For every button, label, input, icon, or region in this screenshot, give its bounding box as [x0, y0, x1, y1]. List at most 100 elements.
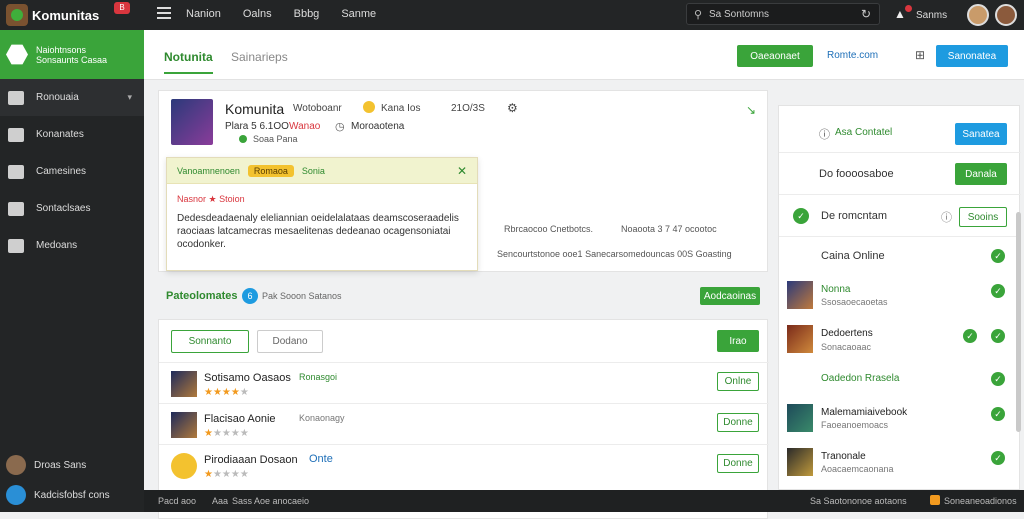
- game-desc: Sencourtstonoe ooe1 Sanecarsomedouncas 0…: [497, 249, 732, 259]
- button-label: Sonnanto: [188, 336, 232, 347]
- popup-head-tail: Sonia: [301, 165, 325, 176]
- button-label: Donne: [723, 417, 753, 428]
- bell-icon[interactable]: ▲: [894, 5, 912, 23]
- member-name[interactable]: Tranonale: [821, 451, 866, 462]
- member-name[interactable]: Malemamiaivebook: [821, 407, 907, 418]
- member-name[interactable]: Nonna: [821, 284, 850, 295]
- header-primary-button[interactable]: Oaeaonaet: [737, 45, 813, 67]
- chevron-down-icon: ▾: [127, 92, 132, 102]
- right-panel: ⓘ Asa Contatel Sanatea Do foooosaboe Dan…: [778, 105, 1021, 490]
- status-right2[interactable]: Soneaneoadionos: [944, 496, 1017, 506]
- button-label: Onlne: [724, 376, 752, 387]
- button-label: Dodano: [272, 336, 308, 347]
- section-count: 6: [242, 288, 258, 304]
- search-input[interactable]: ⚲ Sa Sontomns ↻: [686, 3, 880, 25]
- member-avatar[interactable]: [787, 404, 813, 432]
- rating-stars: ★★★★★: [204, 387, 249, 398]
- check-icon: ✓: [963, 329, 977, 343]
- sidebar-item-home[interactable]: Ronouaia ▾: [0, 79, 144, 116]
- search-icon: ⚲: [694, 9, 703, 21]
- status-dot: [239, 135, 247, 143]
- right-row-button[interactable]: Sooins: [959, 207, 1007, 227]
- button-label: Donne: [723, 458, 753, 469]
- list-item-action[interactable]: Donne: [717, 413, 759, 432]
- sidebar-item-lists[interactable]: Sontaclsaes: [0, 190, 144, 227]
- sidebar-footer-item[interactable]: Kadcisfobsf cons: [6, 485, 110, 505]
- list-item[interactable]: Sotisamo Oasaos Ronasgoi ★★★★★ Onlne: [159, 362, 769, 403]
- game-stats: Plara 5 6.1OO: [225, 121, 289, 132]
- list-item-title: Sotisamo Oasaos: [204, 372, 291, 384]
- section-button[interactable]: Aodcaoinas: [700, 287, 760, 305]
- top-nav: Nanion Oalns Bbbg Sanme: [186, 8, 376, 20]
- tab-series[interactable]: Sainarieps: [231, 50, 288, 64]
- sidebar-hero-line2: Sonsaunts Casaa: [36, 54, 108, 65]
- list-item[interactable]: Pirodiaaan Dosaon Onte ★★★★★ Donne: [159, 444, 769, 485]
- sidebar-hero-line1: Naiohtnsons: [36, 44, 87, 55]
- sidebar-item-checks[interactable]: Medoans: [0, 227, 144, 264]
- popup-body: Dedesdeadaenaly eleliannian oeidelalataa…: [177, 213, 459, 250]
- game-status: Soaa Pana: [253, 134, 298, 144]
- add-button[interactable]: Irao: [717, 330, 759, 352]
- right-row-button[interactable]: Danala: [955, 163, 1007, 185]
- top-nav-item[interactable]: Nanion: [186, 8, 221, 20]
- game-thumbnail[interactable]: [171, 99, 213, 145]
- status-mid[interactable]: Aaa: [212, 496, 228, 506]
- refresh-icon[interactable]: ↻: [861, 7, 871, 21]
- top-nav-item[interactable]: Bbbg: [294, 8, 320, 20]
- sidebar-footer-item[interactable]: Droas Sans: [6, 455, 86, 475]
- status-bar: Pacd aoo Aaa Sass Aoe anocaeio Sa Saoton…: [144, 490, 1024, 512]
- section-subtitle: Pak Sooon Satanos: [262, 291, 342, 301]
- list-item-action[interactable]: Onlne: [717, 372, 759, 391]
- header-blue-button[interactable]: Sanonatea: [936, 45, 1008, 67]
- list-icon: [8, 201, 24, 216]
- scrollbar[interactable]: [1016, 212, 1021, 432]
- sidebar-item-games[interactable]: Camesines: [0, 153, 144, 190]
- list-item-action[interactable]: Donne: [717, 454, 759, 473]
- check-icon: ✓: [991, 249, 1005, 263]
- status-left[interactable]: Pacd aoo: [158, 496, 196, 506]
- share-icon[interactable]: ⊞: [915, 48, 925, 62]
- sidebar: Naiohtnsons Sonsaunts Casaa Ronouaia ▾ K…: [0, 30, 144, 512]
- status-mid2[interactable]: Sass Aoe anocaeio: [232, 496, 309, 506]
- member-sub: Ssosaoecaoetas: [821, 297, 888, 307]
- notification-badge: B: [114, 2, 130, 14]
- status-right[interactable]: Sa Saotononoe aotaons: [810, 496, 907, 506]
- sidebar-item-users[interactable]: Konanates: [0, 116, 144, 153]
- avatar[interactable]: [995, 4, 1018, 26]
- member-sub: Faoeanoemoacs: [821, 420, 889, 430]
- expand-icon[interactable]: ↘: [746, 103, 756, 117]
- check-icon: ✓: [991, 372, 1005, 386]
- game-subtitle: Wotoboanr: [293, 103, 342, 114]
- sidebar-item-label: Sontaclsaes: [36, 203, 91, 214]
- check-icon: ✓: [793, 208, 809, 224]
- close-icon[interactable]: ✕: [457, 164, 467, 178]
- right-row: ⓘ Asa Contatel Sanatea: [779, 112, 1021, 153]
- list-item[interactable]: Flacisao Aonie Konaonagy ★★★★★ Donne: [159, 403, 769, 444]
- check-icon: ✓: [991, 451, 1005, 465]
- right-row-button[interactable]: Sanatea: [955, 123, 1007, 145]
- filter-secondary-button[interactable]: Dodano: [257, 330, 323, 353]
- user-name[interactable]: Sanms: [916, 10, 947, 21]
- settings-icon[interactable]: ⚙: [507, 101, 518, 115]
- member-avatar[interactable]: [787, 281, 813, 309]
- avatar[interactable]: [967, 4, 990, 26]
- button-label: Sooins: [967, 211, 999, 223]
- sidebar-hero[interactable]: Naiohtnsons Sonsaunts Casaa: [0, 30, 144, 79]
- popup-header: Vanoamnenoen Romaoa Sonia: [167, 158, 477, 184]
- tab-community[interactable]: Notunita: [164, 50, 213, 74]
- list-item-meta: Konaonagy: [299, 413, 345, 423]
- header-link[interactable]: Romte.com: [827, 50, 878, 61]
- list-item-meta: Ronasgoi: [299, 372, 338, 382]
- game-tags: Kana Ios: [381, 103, 421, 114]
- member-name[interactable]: Dedoertens: [821, 328, 873, 339]
- top-nav-item[interactable]: Oalns: [243, 8, 272, 20]
- section-title: Pateolomates: [166, 290, 238, 302]
- filter-primary-button[interactable]: Sonnanto: [171, 330, 249, 353]
- member-avatar[interactable]: [787, 325, 813, 353]
- top-nav-item[interactable]: Sanme: [341, 8, 376, 20]
- member-name[interactable]: Oadedon Rrasela: [821, 373, 899, 384]
- app-logo[interactable]: Komunitas B: [6, 2, 130, 26]
- member-avatar[interactable]: [787, 448, 813, 476]
- list-card: Sonnanto Dodano Irao Sotisamo Oasaos Ron…: [158, 319, 769, 519]
- hamburger-menu-icon[interactable]: [157, 7, 171, 21]
